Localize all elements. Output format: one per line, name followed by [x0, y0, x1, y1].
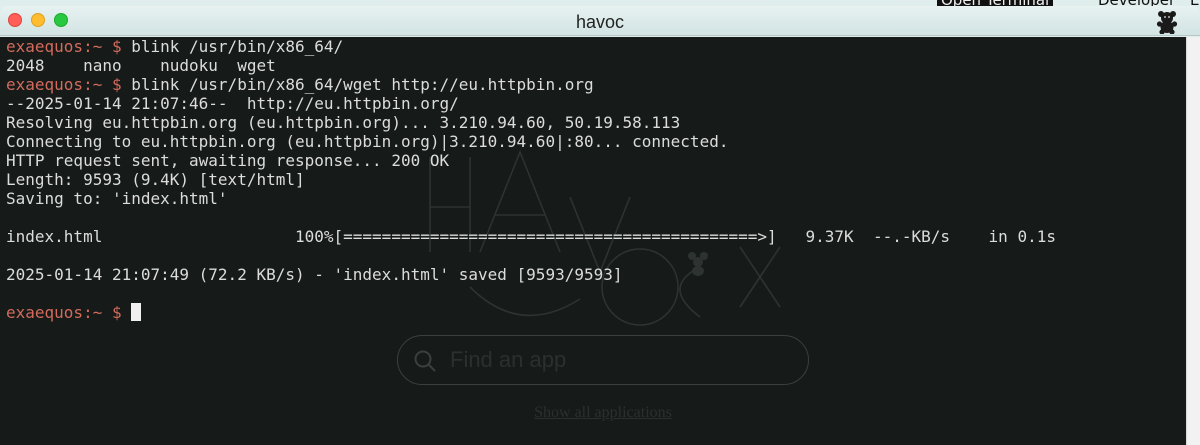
- terminal-line: exaequos:~ $ blink /usr/bin/x86_64/: [6, 37, 1056, 56]
- search-placeholder: Find an app: [450, 347, 567, 372]
- terminal-line-text: Resolving eu.httpbin.org (eu.httpbin.org…: [6, 113, 681, 132]
- terminal-line-text: Connecting to eu.httpbin.org (eu.httpbin…: [6, 132, 729, 151]
- teddy-bear-icon[interactable]: [1156, 10, 1178, 34]
- terminal-line: Connecting to eu.httpbin.org (eu.httpbin…: [6, 132, 1056, 151]
- terminal-line-text: HTTP request sent, awaiting response... …: [6, 151, 450, 170]
- terminal-line-text: 2048 nano nudoku wget: [6, 56, 276, 75]
- terminal-line: HTTP request sent, awaiting response... …: [6, 151, 1056, 170]
- terminal-line-text: Length: 9593 (9.4K) [text/html]: [6, 170, 305, 189]
- terminal-line: exaequos:~ $ blink /usr/bin/x86_64/wget …: [6, 75, 1056, 94]
- terminal-line: exaequos:~ $: [6, 303, 1056, 322]
- terminal-window: havoc Find an app Show all applications …: [0, 6, 1200, 445]
- terminal-line-text: --2025-01-14 21:07:46-- http://eu.httpbi…: [6, 94, 459, 113]
- terminal-scrollbar[interactable]: [1186, 37, 1200, 445]
- terminal-line-text: 2025-01-14 21:07:49 (72.2 KB/s) - 'index…: [6, 265, 623, 284]
- terminal-line: --2025-01-14 21:07:46-- http://eu.httpbi…: [6, 94, 1056, 113]
- terminal-output: exaequos:~ $ blink /usr/bin/x86_64/2048 …: [6, 37, 1056, 322]
- terminal-line-text: blink /usr/bin/x86_64/: [121, 37, 344, 56]
- terminal-line-text: blink /usr/bin/x86_64/wget http://eu.htt…: [121, 75, 594, 94]
- app-search-box: Find an app: [397, 335, 809, 385]
- window-titlebar[interactable]: havoc: [0, 6, 1200, 36]
- terminal-line-text: Saving to: 'index.html': [6, 189, 228, 208]
- terminal-line: 2025-01-14 21:07:49 (72.2 KB/s) - 'index…: [6, 265, 1056, 284]
- terminal-line: index.html 100%[========================…: [6, 227, 1056, 246]
- shell-prompt: exaequos:~ $: [6, 37, 122, 56]
- shell-prompt: exaequos:~ $: [6, 303, 122, 322]
- shell-prompt: exaequos:~ $: [6, 75, 122, 94]
- show-all-applications-link: Show all applications: [534, 404, 672, 421]
- terminal-line-text: index.html 100%[========================…: [6, 227, 1056, 246]
- search-icon: [414, 350, 436, 372]
- terminal-line: Saving to: 'index.html': [6, 189, 1056, 208]
- terminal-line: Length: 9593 (9.4K) [text/html]: [6, 170, 1056, 189]
- terminal-line-text: [122, 303, 132, 322]
- window-title: havoc: [575, 12, 625, 32]
- terminal-line: Resolving eu.httpbin.org (eu.httpbin.org…: [6, 113, 1056, 132]
- text-cursor: [131, 303, 142, 321]
- desktop: Open Terminal Developer E havoc Find an …: [0, 0, 1200, 445]
- terminal-view[interactable]: Find an app Show all applications exaequ…: [0, 37, 1186, 445]
- terminal-line: 2048 nano nudoku wget: [6, 56, 1056, 75]
